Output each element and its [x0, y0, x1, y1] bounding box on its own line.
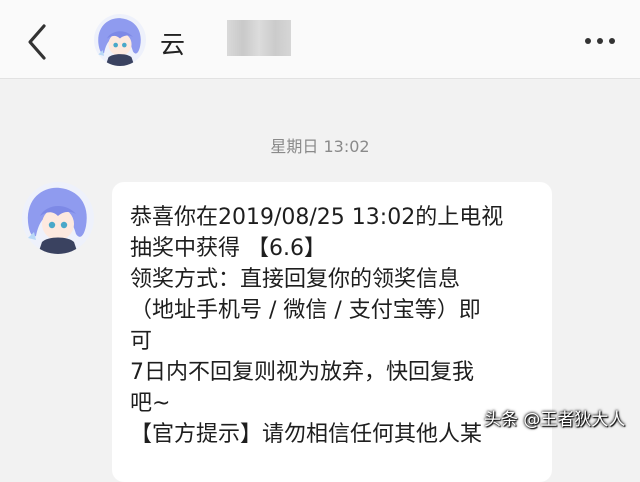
- message-line: 吧~: [130, 391, 171, 416]
- message-line: 恭喜你在2019/08/25 13:02的上电视: [130, 205, 504, 230]
- back-button[interactable]: [22, 22, 54, 62]
- message-bubble[interactable]: 恭喜你在2019/08/25 13:02的上电视 抽奖中获得 【6.6】 领奖方…: [112, 182, 552, 482]
- name-redaction: [227, 20, 291, 56]
- message-line: 可: [130, 329, 153, 354]
- chevron-left-icon: [28, 24, 46, 60]
- watermark: 头条 @王者狄大人: [484, 410, 626, 430]
- more-button[interactable]: [582, 30, 618, 50]
- more-horizontal-icon: [585, 38, 591, 44]
- message-text: 恭喜你在2019/08/25 13:02的上电视 抽奖中获得 【6.6】 领奖方…: [130, 202, 540, 450]
- sender-avatar[interactable]: [22, 182, 94, 254]
- message-line: 【官方提示】请勿相信任何其他人某: [130, 422, 483, 447]
- message-line: （地址手机号 / 微信 / 支付宝等）即: [130, 298, 481, 323]
- contact-name: 云: [160, 30, 187, 59]
- contact-avatar[interactable]: [94, 14, 146, 66]
- message-line: 抽奖中获得 【6.6】: [130, 236, 326, 261]
- message-timestamp: 星期日 13:02: [270, 137, 370, 156]
- message-line: 7日内不回复则视为放弃，快回复我: [130, 360, 474, 385]
- message-line: 领奖方式：直接回复你的领奖信息: [130, 267, 461, 292]
- chat-header: 云: [0, 0, 640, 79]
